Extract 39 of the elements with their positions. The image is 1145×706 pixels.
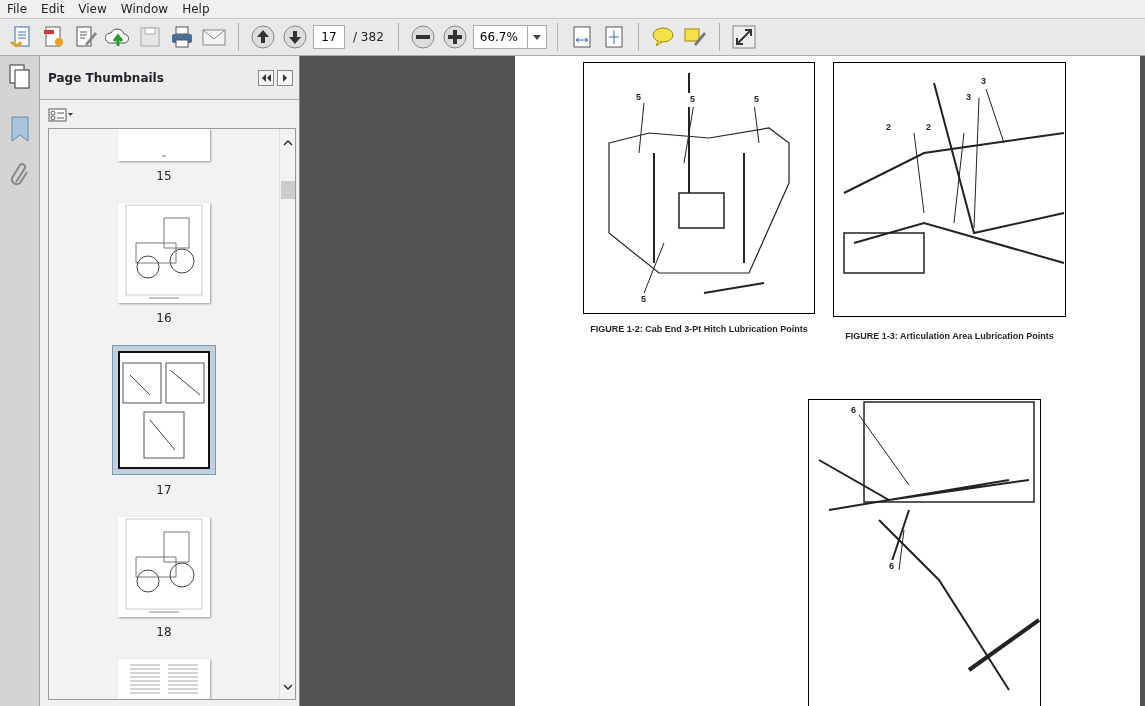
page-number-field[interactable]: 17 [313,25,345,49]
zoom-field[interactable]: 66.7% [472,25,527,49]
page-thumbnail[interactable] [118,129,210,161]
page-number-label: 18 [156,624,172,641]
menu-item[interactable]: View [71,0,114,18]
page-total: / 382 [353,29,384,46]
caret-icon [532,34,541,40]
triangle-right-icon [282,73,288,82]
page-thumbnail[interactable] [118,203,210,303]
expand-icon[interactable] [729,23,758,51]
page-thumbnail[interactable] [118,659,210,699]
collapse-panel-button[interactable] [258,69,274,86]
zoom-in-icon[interactable] [440,23,469,51]
menu-item[interactable]: Edit [34,0,72,18]
arrow-up-icon[interactable] [249,23,277,51]
menu-item[interactable]: Window [113,0,176,18]
figure-caption: FIGURE 1-3: Articulation Area Lubrication Points [845,330,1054,343]
menu-item[interactable]: File [0,0,35,18]
figure-caption: FIGURE 1-2: Cab End 3-Pt Hitch Lubrication Points [590,323,808,336]
callout-number: 5 [688,93,697,107]
menu-item[interactable]: Help [175,0,217,18]
callout-number: 3 [979,75,988,89]
callout-number: 6 [887,559,896,573]
page-number-label: 17 [156,482,172,499]
double-triangle-left-icon [261,73,271,82]
options-icon[interactable] [48,105,74,123]
paperclip-icon[interactable] [10,162,29,188]
callout-number: 5 [752,93,761,107]
page-number-label: 15 [156,168,172,185]
panel-title: Page Thumbnails [48,69,165,87]
scrollbar-thumb[interactable] [280,181,295,199]
page-thumbnail[interactable] [118,517,210,617]
zoom-dropdown-button[interactable] [526,25,547,49]
expand-panel-button[interactable] [277,69,293,86]
zoom-out-icon[interactable] [408,23,437,51]
page-thumbnail[interactable] [118,351,210,469]
page-number-label: 16 [156,310,172,327]
arrow-down-icon[interactable] [281,23,309,51]
pages-icon[interactable] [8,64,31,90]
